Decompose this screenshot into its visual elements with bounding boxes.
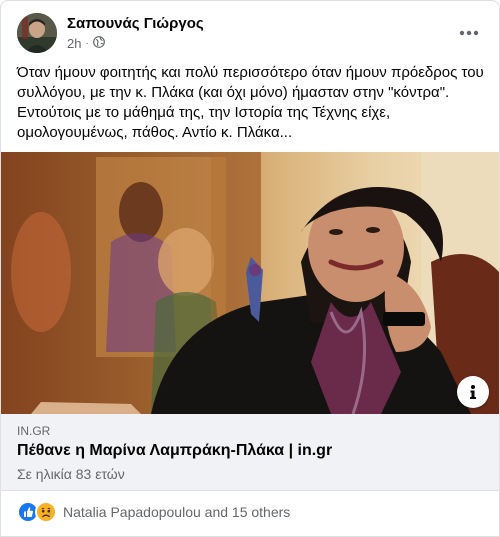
link-preview-image[interactable] (1, 152, 499, 414)
author-avatar[interactable] (17, 13, 57, 53)
feed-post: Σαπουνάς Γιώργος 2h · Όταν ήμουν φοιτητή… (0, 0, 500, 537)
link-subtitle: Σε ηλικία 83 ετών (17, 466, 125, 482)
post-meta: 2h · (67, 36, 105, 51)
post-timestamp[interactable]: 2h (67, 36, 81, 51)
link-domain: IN.GR (17, 424, 51, 438)
reactions-summary[interactable]: Natalia Papadopoulou and 15 others (63, 504, 290, 520)
link-title[interactable]: Πέθανε η Μαρίνα Λαμπράκη-Πλάκα | in.gr (17, 442, 332, 460)
link-preview-card[interactable]: IN.GR Πέθανε η Μαρίνα Λαμπράκη-Πλάκα | i… (1, 414, 499, 491)
globe-icon[interactable] (92, 36, 105, 51)
sad-reaction-icon (35, 501, 57, 523)
meta-separator: · (85, 38, 89, 49)
reaction-icons (17, 501, 57, 523)
portrait-image (1, 152, 499, 414)
post-header: Σαπουνάς Γιώργος 2h · (17, 13, 485, 55)
more-options-button[interactable] (453, 17, 485, 49)
author-name[interactable]: Σαπουνάς Γιώργος (67, 15, 204, 32)
more-dots-icon (459, 30, 479, 36)
post-message: Όταν ήμουν φοιτητής και πολύ περισσότερο… (17, 64, 488, 141)
info-button[interactable] (457, 376, 489, 408)
info-icon (470, 385, 476, 399)
reactions-bar[interactable]: Natalia Papadopoulou and 15 others (17, 501, 290, 523)
